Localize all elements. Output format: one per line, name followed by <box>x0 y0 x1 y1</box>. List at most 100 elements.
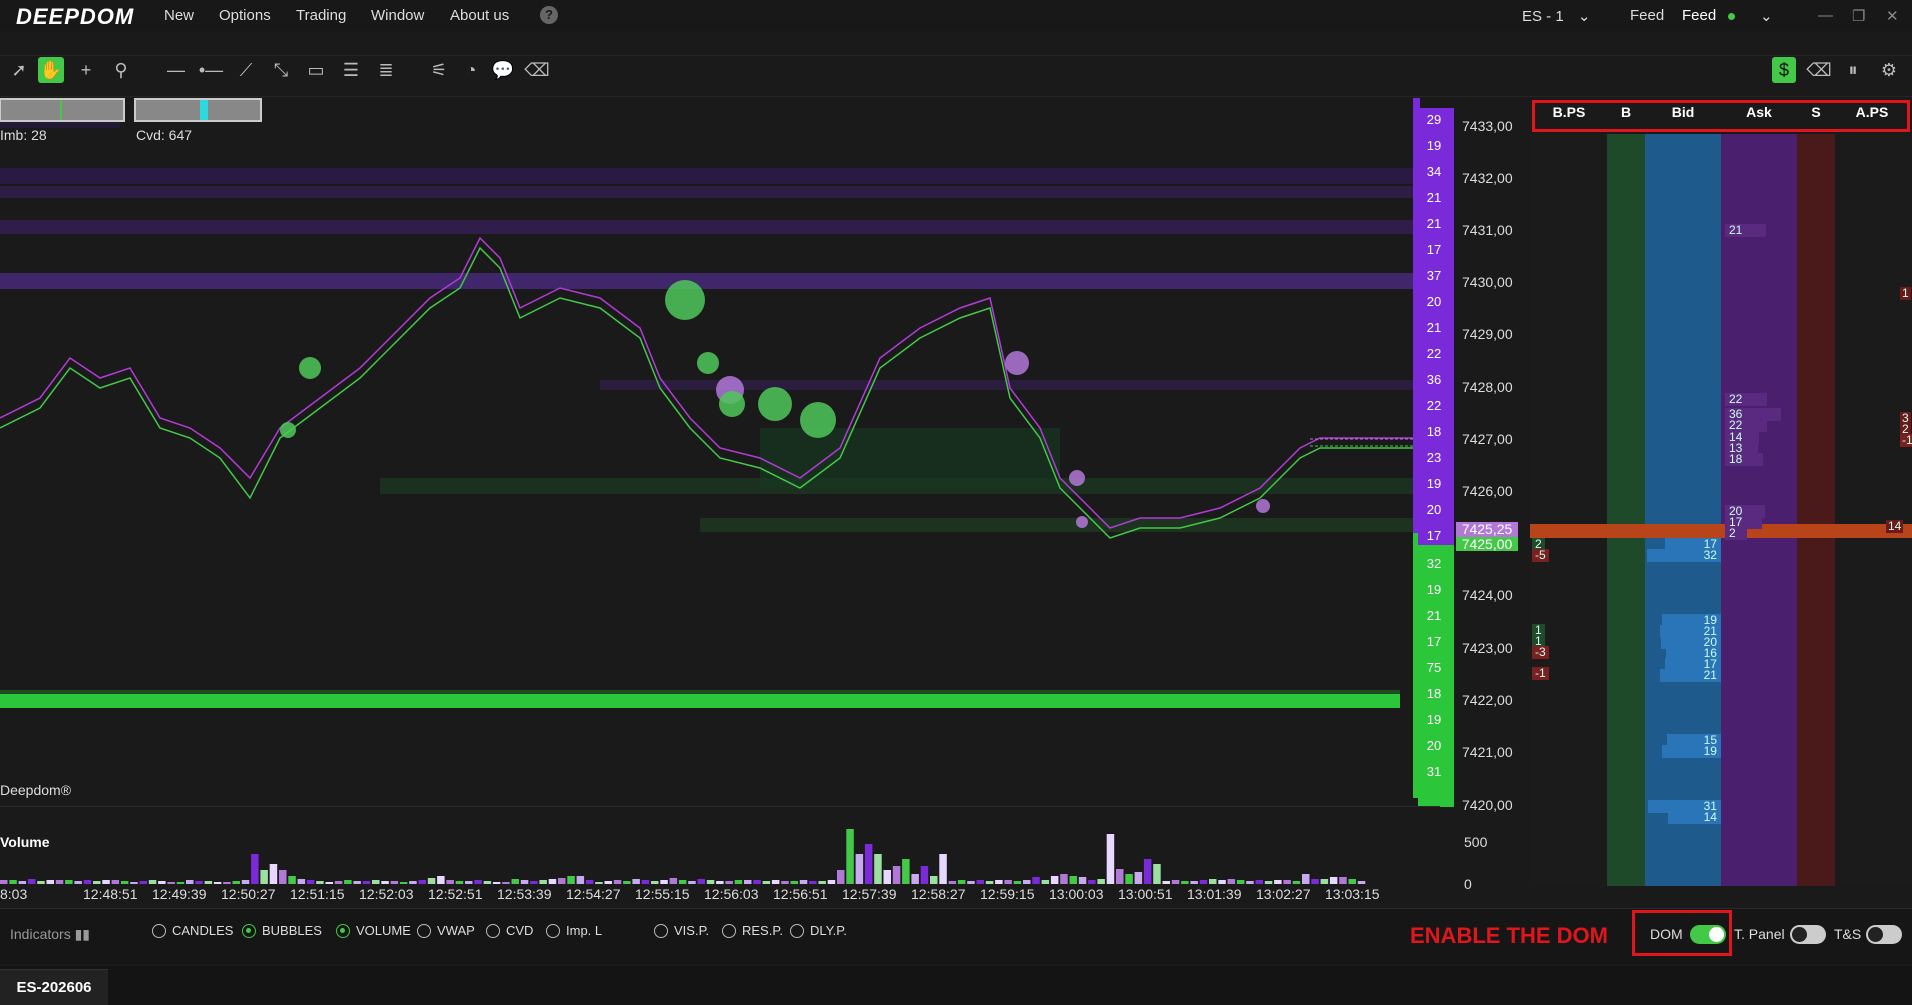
hand-icon[interactable]: ✋ <box>38 57 64 83</box>
menu-window[interactable]: Window <box>371 7 424 24</box>
volume-bar <box>111 880 120 884</box>
ask-profile-value: 17 <box>1426 242 1442 257</box>
settings-sliders-icon[interactable]: ⚟ <box>426 57 452 83</box>
heatmap-chart[interactable] <box>0 98 1420 798</box>
volume-bar <box>846 829 854 884</box>
timer-icon[interactable]: ◔ <box>458 57 484 83</box>
time-label: 12:53:39 <box>497 886 552 902</box>
ask-profile-value: 21 <box>1426 190 1442 205</box>
menu-trading[interactable]: Trading <box>296 7 346 24</box>
dollar-icon[interactable]: $ <box>1772 57 1796 83</box>
volume-bar <box>948 881 957 884</box>
volume-bar <box>957 880 966 884</box>
volume-axis-0: 0 <box>1464 876 1472 892</box>
pause-icon[interactable]: ⏸ <box>1840 57 1866 83</box>
volume-bar <box>483 881 492 884</box>
indicator-option-volume[interactable]: VOLUME <box>336 923 411 938</box>
indicator-option-bubbles[interactable]: BUBBLES <box>242 923 322 938</box>
volume-bar <box>353 881 361 884</box>
radio-button[interactable] <box>336 923 350 938</box>
price-label: 7424,00 <box>1462 587 1513 603</box>
volume-bar <box>269 864 278 884</box>
menu-new[interactable]: New <box>164 7 194 24</box>
volume-bar <box>790 881 798 884</box>
radio-button[interactable] <box>417 923 431 938</box>
volume-bar <box>381 881 389 884</box>
rectangle-icon[interactable]: ▭ <box>303 57 329 83</box>
instrument-select[interactable]: ES - 1 ⌄ <box>1522 7 1590 25</box>
volume-bar <box>465 881 473 884</box>
bid-profile-value: 19 <box>1426 582 1442 597</box>
dom-ladder[interactable]: B.PS B Bid Ask S A.PS 21 22 36 22 14 13 18 20 17… <box>1530 98 1912 886</box>
levels-icon[interactable]: ≣ <box>373 57 399 83</box>
close-icon[interactable]: ✕ <box>1886 7 1899 25</box>
ts-toggle[interactable] <box>1866 925 1902 944</box>
volume-bar <box>102 880 110 884</box>
dom-header-ask: Ask <box>1746 104 1772 120</box>
dom-bps-value: -5 <box>1532 549 1549 562</box>
volume-bar <box>669 878 678 884</box>
menu-bar <box>0 0 1912 31</box>
indicators-label[interactable]: Indicators ▮▮ <box>10 926 90 943</box>
question-circle-icon[interactable]: ? <box>540 6 558 24</box>
ray-icon[interactable]: •— <box>198 57 224 83</box>
indicator-option-visp[interactable]: VIS.P. <box>654 923 709 938</box>
settings-icon[interactable]: ⚙ <box>1876 57 1902 83</box>
indicator-option-resp[interactable]: RES.P. <box>722 923 783 938</box>
tpanel-toggle[interactable] <box>1790 925 1826 944</box>
menu-options[interactable]: Options <box>219 7 271 24</box>
measure-icon[interactable]: ⤡ <box>268 57 294 83</box>
volume-bar <box>1088 880 1096 884</box>
trendline-icon[interactable]: ⟋ <box>233 57 259 83</box>
dom-aps-value: 14 <box>1886 519 1904 533</box>
volume-bar <box>1153 864 1161 884</box>
radio-button[interactable] <box>242 923 256 938</box>
radio-button[interactable] <box>152 923 166 938</box>
feed-status[interactable]: Feed <box>1682 7 1736 24</box>
ask-profile-value: 19 <box>1426 476 1442 491</box>
fib-icon[interactable]: ☰ <box>338 57 364 83</box>
toggle-knob <box>1709 927 1724 942</box>
indicator-option-candles[interactable]: CANDLES <box>152 923 233 938</box>
volume-bar <box>734 880 743 884</box>
dom-header-aps: A.PS <box>1855 104 1889 120</box>
time-label: 12:55:15 <box>635 886 690 902</box>
indicator-option-cvd[interactable]: CVD <box>486 923 533 938</box>
volume-bar <box>74 881 82 884</box>
eraser-icon[interactable]: ⌫ <box>524 57 550 83</box>
comment-icon[interactable]: 💬 <box>490 57 516 83</box>
ask-profile-value: 22 <box>1426 346 1442 361</box>
volume-bar <box>260 870 268 884</box>
radio-button[interactable] <box>790 923 804 938</box>
volume-bar <box>437 876 445 884</box>
tab-es-202606[interactable]: ES-202606 <box>0 969 108 1005</box>
price-label: 7430,00 <box>1462 274 1513 290</box>
ask-profile-value: 29 <box>1426 112 1442 127</box>
minimize-icon[interactable]: — <box>1818 7 1833 24</box>
indicator-option-vwap[interactable]: VWAP <box>417 923 475 938</box>
radio-button[interactable] <box>546 923 560 938</box>
crosshair-icon[interactable]: + <box>73 57 99 83</box>
volume-bar <box>186 880 194 884</box>
watermark: Deepdom® <box>0 782 72 798</box>
indicator-option-label: CVD <box>506 923 534 938</box>
volume-bar <box>409 881 417 884</box>
radio-button[interactable] <box>722 923 736 938</box>
volume-bar <box>1311 879 1319 884</box>
dom-toggle[interactable] <box>1690 925 1726 944</box>
price-label: 7422,00 <box>1462 692 1513 708</box>
radio-button[interactable] <box>654 923 668 938</box>
chevron-down-icon[interactable]: ⌄ <box>1760 7 1773 25</box>
volume-bar <box>576 876 585 884</box>
dom-aps-value: -1 <box>1900 434 1912 447</box>
indicator-option-impl[interactable]: Imp. L <box>546 923 602 938</box>
restore-icon[interactable]: ❐ <box>1852 7 1865 25</box>
zoom-icon[interactable]: ⚲ <box>108 57 134 83</box>
volume-bar <box>1302 874 1310 884</box>
hline-icon[interactable]: — <box>163 57 189 83</box>
menu-about[interactable]: About us <box>450 7 509 24</box>
pointer-icon[interactable]: ➚ <box>6 57 32 83</box>
eraser-icon[interactable]: ⌫ <box>1806 57 1832 83</box>
radio-button[interactable] <box>486 923 500 938</box>
indicator-option-dlyp[interactable]: DLY.P. <box>790 923 847 938</box>
